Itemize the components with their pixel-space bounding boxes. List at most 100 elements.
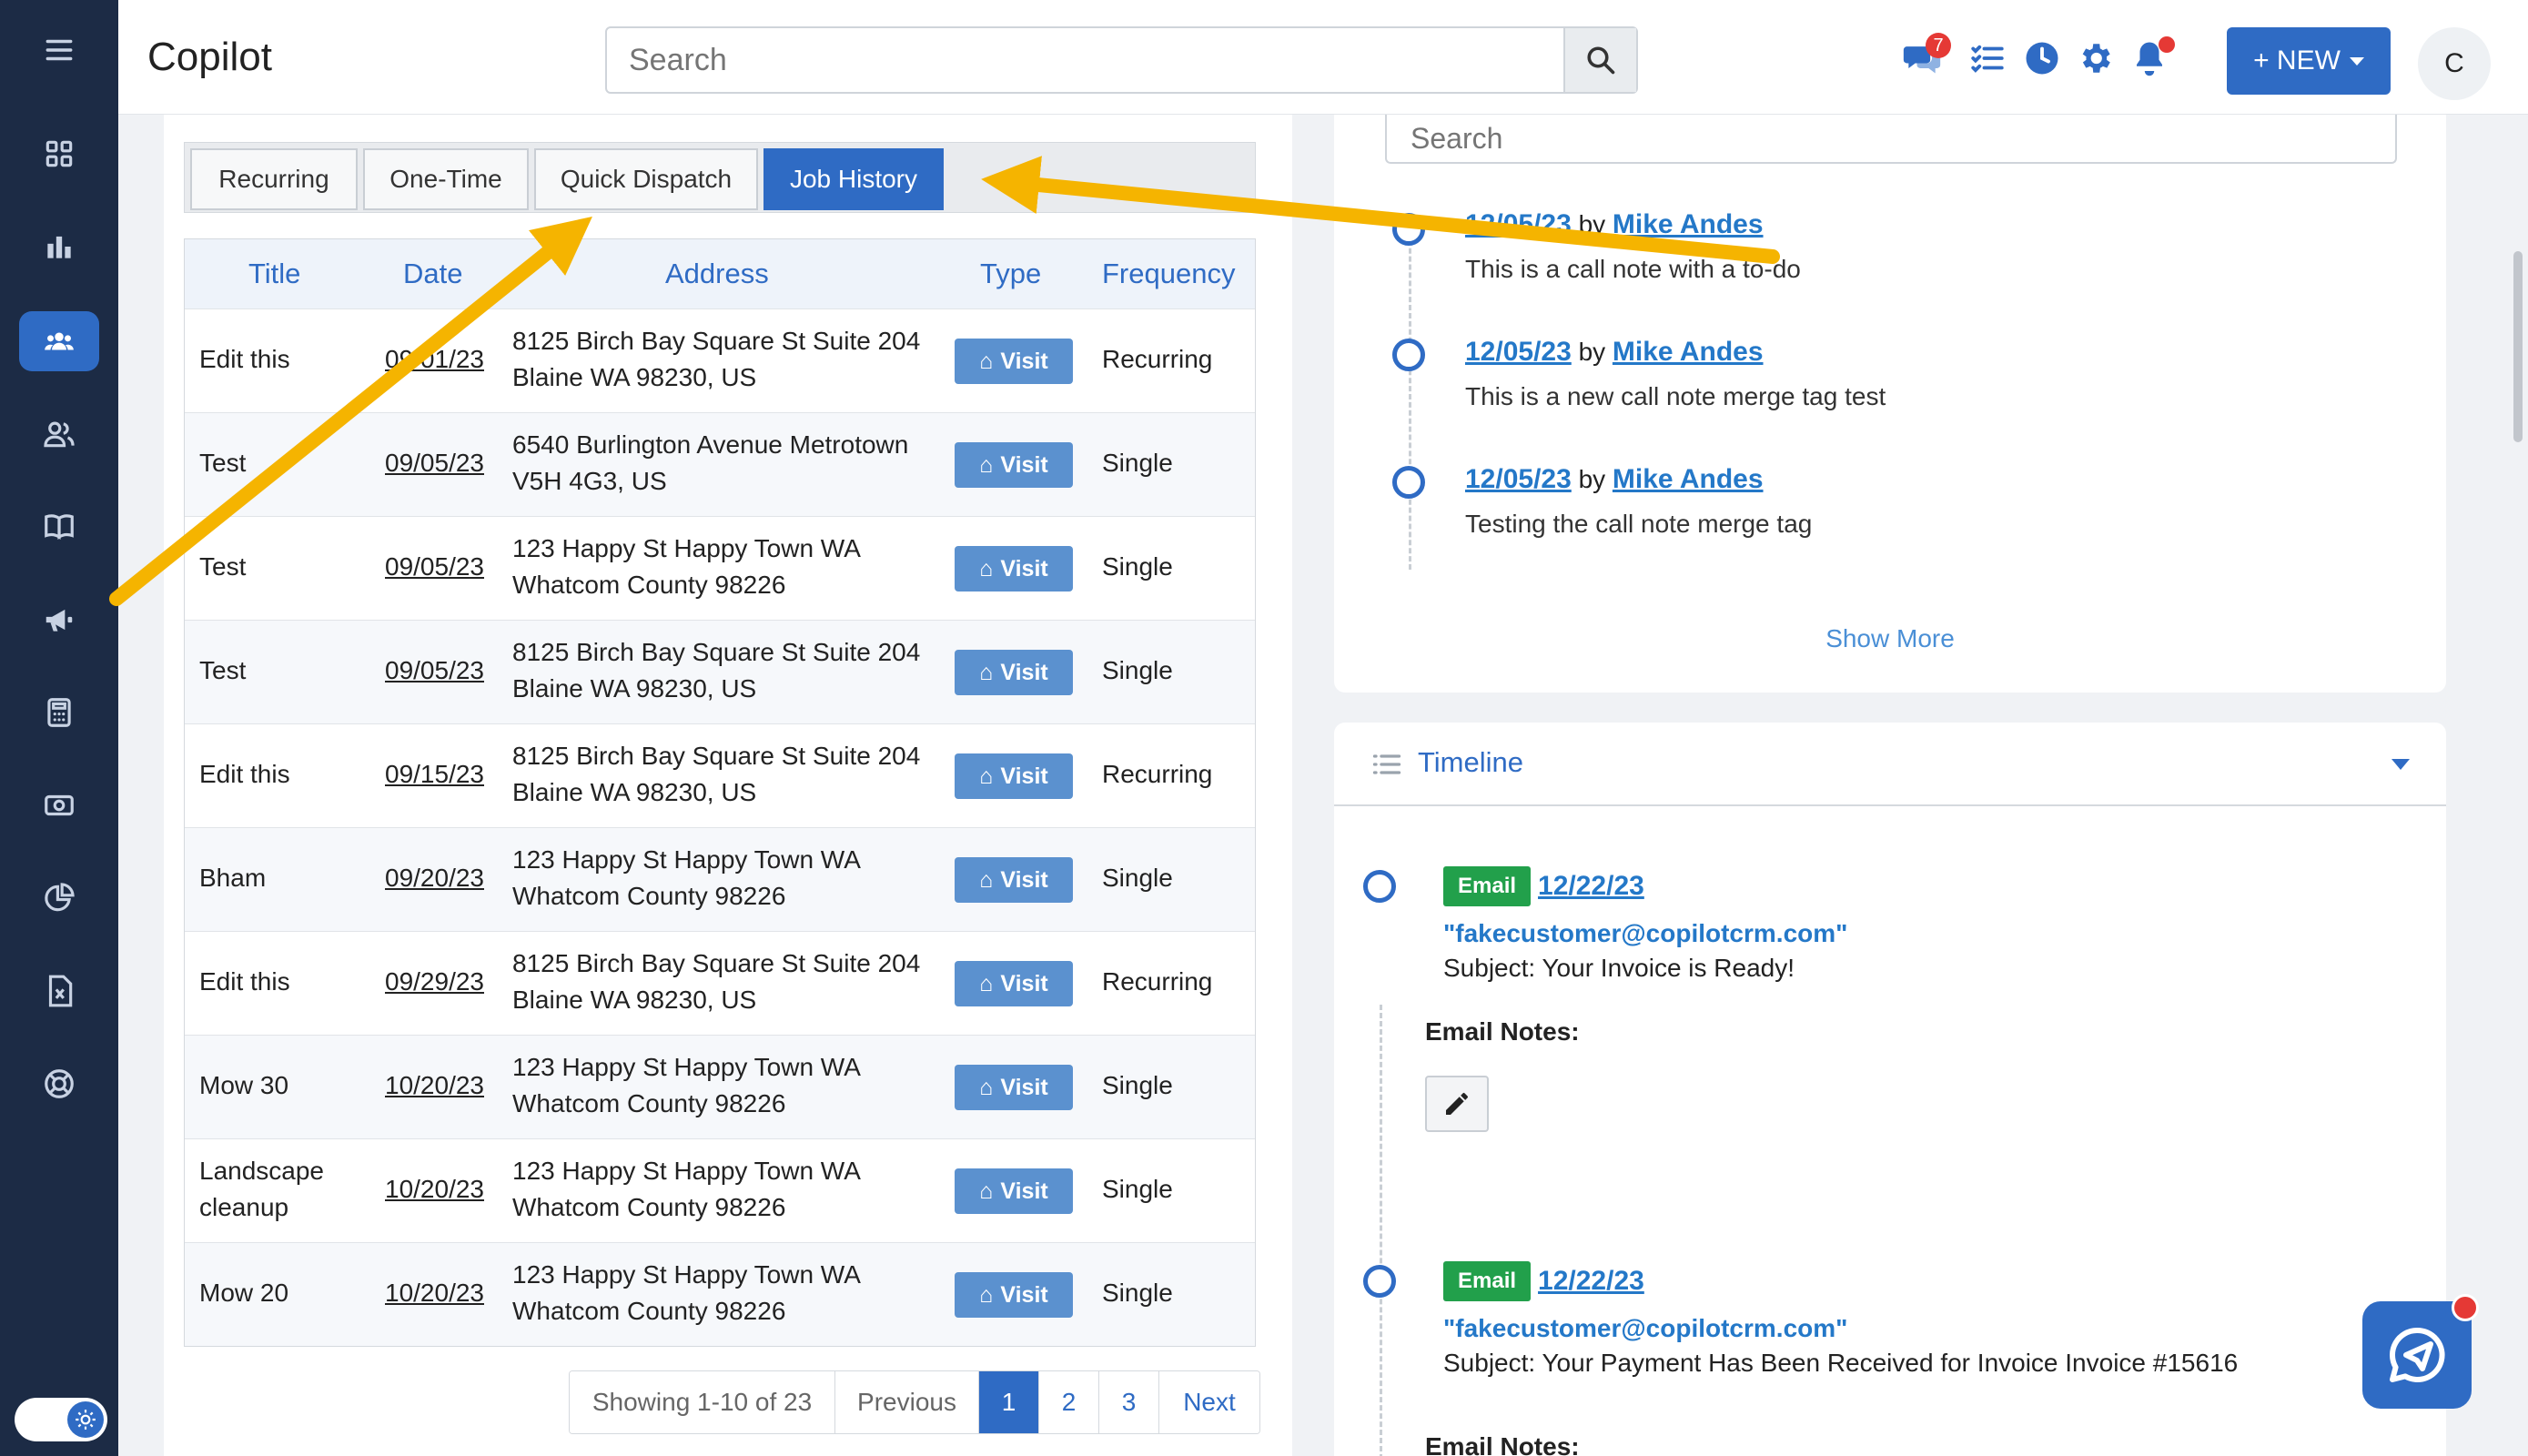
job-title: Test <box>199 552 247 581</box>
home-icon: ⌂ <box>979 1074 994 1100</box>
scrollbar-thumb[interactable] <box>2513 251 2523 442</box>
support-lifebuoy-icon[interactable] <box>19 1054 99 1114</box>
visit-type-badge[interactable]: ⌂ Visit <box>955 546 1073 592</box>
column-header-frequency[interactable]: Frequency <box>1102 258 1235 290</box>
visit-type-badge[interactable]: ⌂ Visit <box>955 961 1073 1006</box>
page-scrollbar[interactable] <box>2508 115 2528 1456</box>
call-note-date-link[interactable]: 12/05/23 <box>1465 464 1572 494</box>
settings-gear-icon[interactable] <box>2075 38 2115 78</box>
job-date-link[interactable]: 09/05/23 <box>385 445 484 481</box>
dashboard-grid-icon[interactable] <box>19 124 99 184</box>
call-note-date-link[interactable]: 12/05/23 <box>1465 209 1572 239</box>
visit-type-badge[interactable]: ⌂ Visit <box>955 1272 1073 1318</box>
job-date-link[interactable]: 09/05/23 <box>385 549 484 585</box>
task-list-icon[interactable] <box>1967 38 2007 78</box>
visit-type-badge[interactable]: ⌂ Visit <box>955 442 1073 488</box>
edit-notes-button[interactable] <box>1425 1076 1489 1132</box>
new-button[interactable]: + NEW <box>2227 27 2391 95</box>
address-line-1: 123 Happy St Happy Town WA <box>512 1260 861 1289</box>
table-row[interactable]: Edit this 09/29/23 8125 Birch Bay Square… <box>185 931 1255 1035</box>
visit-type-badge[interactable]: ⌂ Visit <box>955 857 1073 903</box>
pagination-page-1[interactable]: 1 <box>979 1371 1039 1433</box>
table-row[interactable]: Edit this 09/01/23 8125 Birch Bay Square… <box>185 308 1255 412</box>
home-icon: ⌂ <box>979 659 994 685</box>
address-line-2: Blaine WA 98230, US <box>512 778 757 806</box>
messages-icon[interactable]: 7 <box>1902 33 1951 78</box>
table-row[interactable]: Bham 09/20/23 123 Happy St Happy Town WA… <box>185 827 1255 931</box>
column-header-type[interactable]: Type <box>980 258 1041 290</box>
column-header-date[interactable]: Date <box>403 258 462 290</box>
job-date-link[interactable]: 09/01/23 <box>385 341 484 378</box>
visit-type-badge[interactable]: ⌂ Visit <box>955 1065 1073 1110</box>
visit-type-badge[interactable]: ⌂ Visit <box>955 1168 1073 1214</box>
call-note-author-link[interactable]: Mike Andes <box>1613 209 1764 239</box>
pagination-page-2[interactable]: 2 <box>1039 1371 1099 1433</box>
email-recipient-link[interactable]: "fakecustomer@copilotcrm.com" <box>1443 919 1847 948</box>
visit-type-badge[interactable]: ⌂ Visit <box>955 650 1073 695</box>
timeline-header[interactable]: Timeline <box>1334 723 2446 806</box>
reports-bar-chart-icon[interactable] <box>19 217 99 277</box>
pagination-page-3[interactable]: 3 <box>1099 1371 1159 1433</box>
email-subject: Subject: Your Invoice is Ready! <box>1443 954 1795 982</box>
timeline-date-link[interactable]: 12/22/23 <box>1538 871 1644 901</box>
payments-money-icon[interactable] <box>19 775 99 835</box>
email-subject: Subject: Your Payment Has Been Received … <box>1443 1349 2239 1377</box>
pagination-previous[interactable]: Previous <box>835 1371 979 1433</box>
job-date-link[interactable]: 09/20/23 <box>385 860 484 896</box>
email-recipient-link[interactable]: "fakecustomer@copilotcrm.com" <box>1443 1314 2238 1343</box>
job-date-link[interactable]: 09/05/23 <box>385 652 484 689</box>
theme-toggle[interactable] <box>15 1398 107 1441</box>
call-notes-search-input[interactable] <box>1387 115 2395 162</box>
user-avatar[interactable]: C <box>2418 27 2491 100</box>
customers-group-icon[interactable] <box>19 311 99 371</box>
collapse-caret-icon[interactable] <box>2391 759 2410 770</box>
table-row[interactable]: Mow 30 10/20/23 123 Happy St Happy Town … <box>185 1035 1255 1138</box>
tab-recurring[interactable]: Recurring <box>190 148 358 210</box>
catalog-book-icon[interactable] <box>19 497 99 557</box>
visit-type-badge[interactable]: ⌂ Visit <box>955 753 1073 799</box>
call-note-by: by <box>1578 338 1606 366</box>
visit-type-badge[interactable]: ⌂ Visit <box>955 339 1073 384</box>
visit-label: Visit <box>1000 555 1048 581</box>
call-note-date-link[interactable]: 12/05/23 <box>1465 337 1572 367</box>
table-row[interactable]: Test 09/05/23 8125 Birch Bay Square St S… <box>185 620 1255 723</box>
home-icon: ⌂ <box>979 451 994 478</box>
right-column: 12/05/23 by Mike Andes This is a call no… <box>1292 115 2528 1456</box>
tab-quick-dispatch[interactable]: Quick Dispatch <box>534 148 758 210</box>
excel-file-icon[interactable] <box>19 961 99 1021</box>
hamburger-menu-icon[interactable] <box>19 20 99 80</box>
timeline-date-link[interactable]: 12/22/23 <box>1538 1266 1644 1296</box>
job-date-link[interactable]: 09/29/23 <box>385 964 484 1000</box>
job-date-link[interactable]: 10/20/23 <box>385 1171 484 1208</box>
table-row[interactable]: Test 09/05/23 6540 Burlington Avenue Met… <box>185 412 1255 516</box>
search-button[interactable] <box>1563 28 1636 92</box>
column-header-title[interactable]: Title <box>248 258 300 290</box>
tab-job-history[interactable]: Job History <box>763 148 944 210</box>
clock-icon[interactable] <box>2022 38 2062 78</box>
job-date-link[interactable]: 10/20/23 <box>385 1275 484 1311</box>
call-notes-card: 12/05/23 by Mike Andes This is a call no… <box>1334 115 2446 693</box>
analytics-pie-chart-icon[interactable] <box>19 868 99 928</box>
table-row[interactable]: Landscape cleanup 10/20/23 123 Happy St … <box>185 1138 1255 1242</box>
show-more-link[interactable]: Show More <box>1334 624 2446 653</box>
call-note-author-link[interactable]: Mike Andes <box>1613 337 1764 367</box>
job-title: Edit this <box>199 967 290 996</box>
job-date-link[interactable]: 10/20/23 <box>385 1067 484 1104</box>
address-line-2: Blaine WA 98230, US <box>512 363 757 391</box>
column-header-address[interactable]: Address <box>665 258 769 290</box>
job-date-link[interactable]: 09/15/23 <box>385 756 484 793</box>
call-note-author-link[interactable]: Mike Andes <box>1613 464 1764 494</box>
call-note-text: Testing the call note merge tag <box>1465 510 1813 538</box>
calculator-icon[interactable] <box>19 682 99 743</box>
visit-label: Visit <box>1000 970 1048 996</box>
table-row[interactable]: Mow 20 10/20/23 123 Happy St Happy Town … <box>185 1242 1255 1346</box>
chat-launcher-button[interactable] <box>2362 1294 2479 1409</box>
crew-users-icon[interactable] <box>19 404 99 464</box>
table-row[interactable]: Edit this 09/15/23 8125 Birch Bay Square… <box>185 723 1255 827</box>
pagination-next[interactable]: Next <box>1159 1371 1259 1433</box>
tab-one-time[interactable]: One-Time <box>363 148 529 210</box>
table-row[interactable]: Test 09/05/23 123 Happy St Happy Town WA… <box>185 516 1255 620</box>
marketing-megaphone-icon[interactable] <box>19 590 99 650</box>
notifications-bell-icon[interactable] <box>2129 36 2175 78</box>
global-search-input[interactable] <box>607 28 1517 92</box>
